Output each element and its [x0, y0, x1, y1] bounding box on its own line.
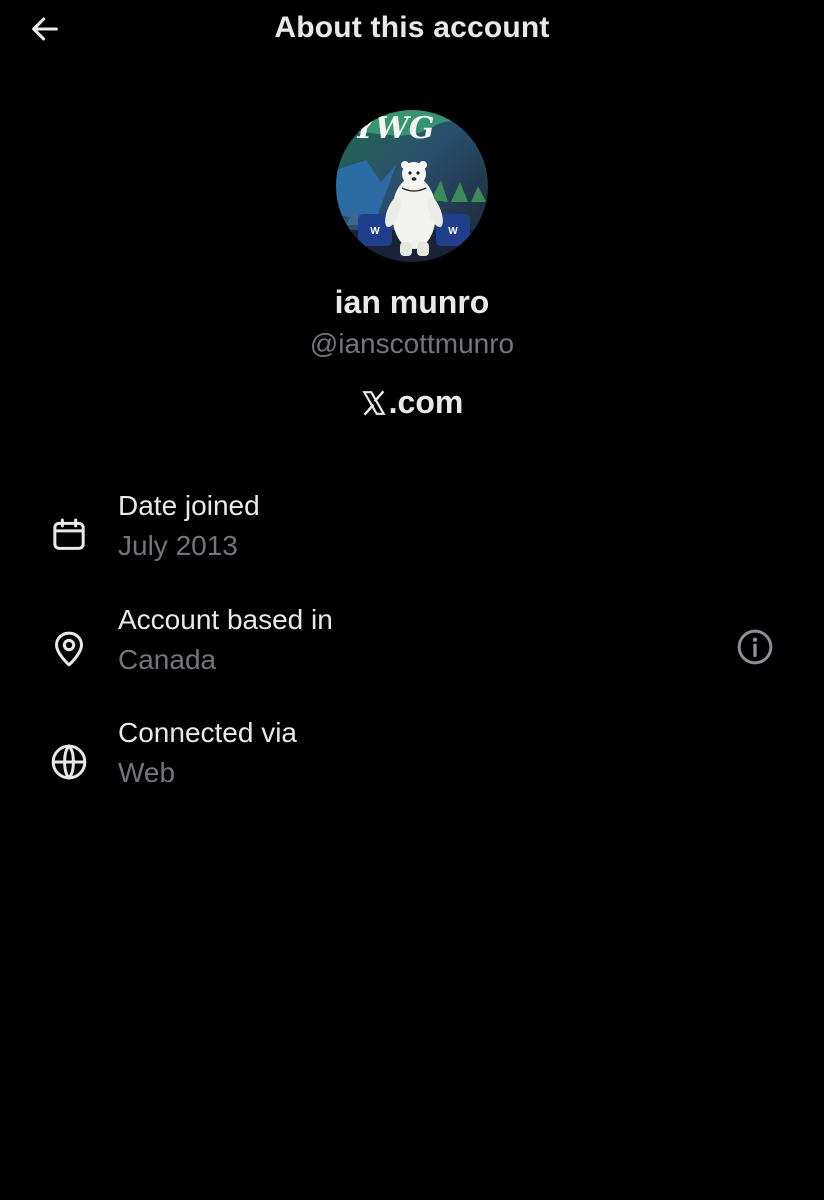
detail-row-account-based-in: Account based in Canada: [0, 604, 824, 704]
avatar-text: YWG: [354, 111, 435, 146]
x-logo-icon: [361, 389, 387, 417]
detail-row-date-joined: Date joined July 2013: [0, 490, 824, 590]
detail-label: Date joined: [118, 490, 260, 521]
detail-value: Canada: [118, 644, 217, 675]
detail-value: July 2013: [118, 530, 238, 561]
svg-text:W: W: [370, 226, 380, 237]
detail-label: Account based in: [118, 604, 333, 635]
info-button[interactable]: [732, 624, 778, 670]
page-title: About this account: [274, 11, 550, 44]
location-pin-icon: [46, 626, 92, 672]
detail-row-connected-via: Connected via Web: [0, 717, 824, 817]
calendar-icon: [46, 512, 92, 558]
detail-label: Connected via: [118, 717, 298, 748]
platform-label: .com: [0, 384, 824, 421]
avatar-image: W W YWG: [336, 110, 488, 262]
detail-value: Web: [118, 757, 176, 788]
globe-icon: [46, 739, 92, 785]
info-icon: [737, 629, 773, 665]
avatar[interactable]: W W YWG: [336, 110, 488, 262]
profile-handle: @ianscottmunro: [309, 328, 515, 359]
profile-name: ian munro: [334, 284, 490, 320]
svg-text:W: W: [448, 226, 458, 237]
platform-domain: .com: [388, 384, 464, 420]
top-bar: About this account: [0, 0, 824, 58]
